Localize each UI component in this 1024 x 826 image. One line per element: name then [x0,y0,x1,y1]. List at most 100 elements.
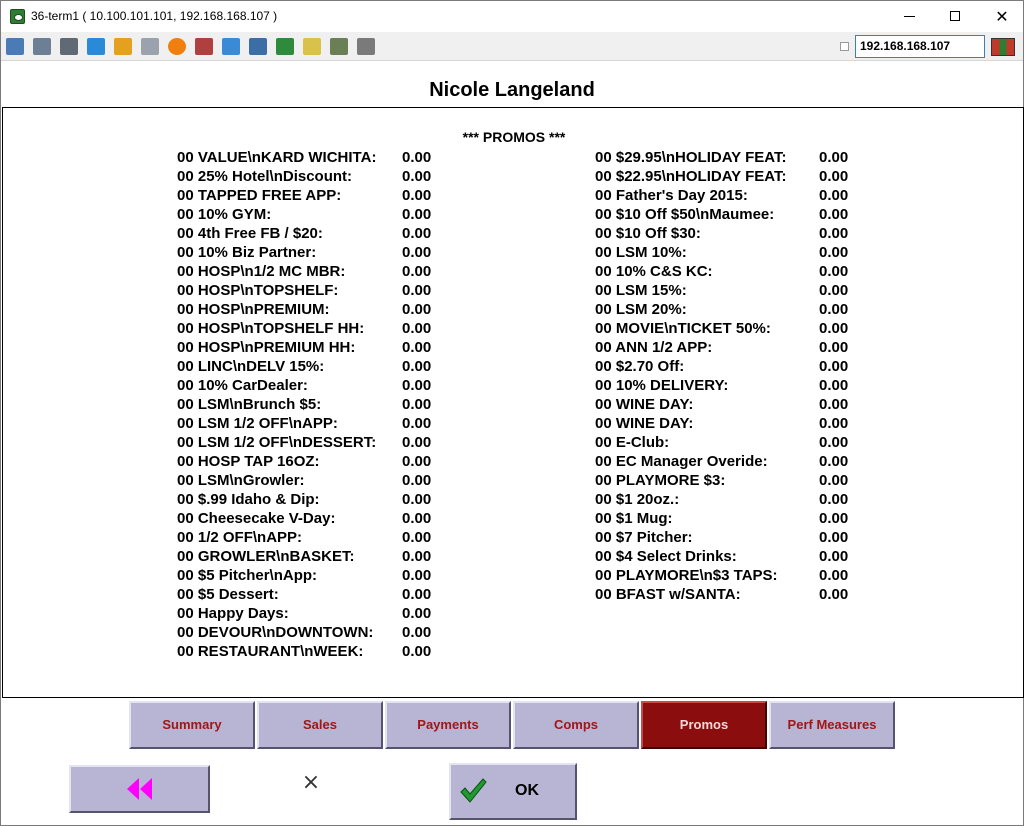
promo-label: 00 $10 Off $30: [595,225,701,242]
title-bar[interactable]: 36-term1 ( 10.100.101.101, 192.168.168.1… [1,1,1023,32]
promo-value: 0.00 [819,396,849,413]
toolbar: 192.168.168.107 [1,32,1023,61]
promo-value: 0.00 [819,301,849,318]
promo-label: 00 HOSP TAP 16OZ: [177,453,320,470]
promo-value: 0.00 [402,225,432,242]
promo-value: 0.00 [819,263,849,280]
promo-label: 00 $5 Pitcher\nApp: [177,567,318,584]
promo-value: 0.00 [402,415,432,432]
promo-value: 0.00 [402,187,432,204]
promo-label: 00 WINE DAY: [595,415,694,432]
note-icon[interactable] [303,38,321,55]
promo-label: 00 LINC\nDELV 15%: [177,358,325,375]
promo-label: 00 $4 Select Drinks: [595,548,737,565]
maximize-icon [950,11,960,21]
minimize-button[interactable] [887,1,933,32]
promo-value: 0.00 [402,263,432,280]
tab-payments[interactable]: Payments [385,701,511,749]
promo-label: 00 10% Biz Partner: [177,244,317,261]
alert-icon[interactable] [168,38,186,55]
map-icon[interactable] [330,38,348,55]
flag-icon[interactable] [991,38,1015,56]
promo-label: 00 Father's Day 2015: [595,187,748,204]
promo-value: 0.00 [402,548,432,565]
close-icon[interactable]: × [300,772,322,794]
back-button[interactable] [69,765,210,813]
promo-value: 0.00 [402,377,432,394]
keyboard-icon[interactable] [141,38,159,55]
promo-label: 00 4th Free FB / $20: [177,225,323,242]
ok-button[interactable]: OK [449,763,577,820]
tab-sales[interactable]: Sales [257,701,383,749]
promo-value: 0.00 [402,396,432,413]
promo-label: 00 $29.95\nHOLIDAY FEAT: [595,149,787,166]
promo-value: 0.00 [819,168,849,185]
close-window-button[interactable]: ✕ [979,1,1024,32]
promo-label: 00 $.99 Idaho & Dip: [177,491,320,508]
promo-value: 0.00 [819,586,849,603]
windows-icon[interactable] [33,38,51,55]
promo-value: 0.00 [402,510,432,527]
promo-label: 00 $5 Dessert: [177,586,279,603]
fullscreen-icon[interactable] [222,38,240,55]
promo-value: 0.00 [402,434,432,451]
report-title: *** PROMOS *** [462,129,566,145]
promo-value: 0.00 [402,149,432,166]
promo-value: 0.00 [819,187,849,204]
promo-value: 0.00 [819,434,849,451]
promo-label: 00 WINE DAY: [595,396,694,413]
promo-label: 00 HOSP\n1/2 MC MBR: [177,263,346,280]
tab-perf-measures[interactable]: Perf Measures [769,701,895,749]
promo-value: 0.00 [819,567,849,584]
promo-label: 00 LSM\nBrunch $5: [177,396,322,413]
promo-value: 0.00 [402,605,432,622]
promo-label: 00 E-Club: [595,434,670,451]
tab-summary[interactable]: Summary [129,701,255,749]
promo-label: 00 DEVOUR\nDOWNTOWN: [177,624,374,641]
tools-icon[interactable] [60,38,78,55]
minimize-icon [904,16,915,17]
promo-label: 00 LSM 1/2 OFF\nAPP: [177,415,338,432]
windows-logo-icon[interactable] [114,38,132,55]
promo-value: 0.00 [819,358,849,375]
promo-label: 00 10% GYM: [177,206,272,223]
promo-label: 00 VALUE\nKARD WICHITA: [177,149,377,166]
promo-value: 0.00 [402,529,432,546]
promo-label: 00 HOSP\nPREMIUM: [177,301,330,318]
tab-comps[interactable]: Comps [513,701,639,749]
promo-value: 0.00 [402,586,432,603]
tab-promos[interactable]: Promos [641,701,767,749]
promo-value: 0.00 [402,168,432,185]
monitor-icon[interactable] [6,38,24,55]
ip-address-field[interactable]: 192.168.168.107 [855,35,985,58]
promo-label: 00 HOSP\nTOPSHELF: [177,282,339,299]
app-eye-icon [10,9,25,24]
display-icon[interactable] [249,38,267,55]
promo-label: 00 $1 Mug: [595,510,673,527]
promo-label: 00 $2.70 Off: [595,358,685,375]
ip-checkbox[interactable] [840,42,849,51]
promo-label: 00 GROWLER\nBASKET: [177,548,355,565]
network-icon[interactable] [195,38,213,55]
promo-value: 0.00 [402,491,432,508]
promo-label: 00 25% Hotel\nDiscount: [177,168,353,185]
promo-value: 0.00 [819,244,849,261]
promo-value: 0.00 [819,225,849,242]
maximize-button[interactable] [933,1,979,32]
promo-label: 00 LSM 20%: [595,301,687,318]
promo-value: 0.00 [819,453,849,470]
promo-label: 00 $7 Pitcher: [595,529,693,546]
promo-value: 0.00 [819,529,849,546]
promo-value: 0.00 [402,453,432,470]
promo-label: 00 MOVIE\nTICKET 50%: [595,320,771,337]
screens-icon[interactable] [357,38,375,55]
promo-label: 00 $1 20oz.: [595,491,680,508]
refresh-icon[interactable] [87,38,105,55]
promo-label: 00 LSM 15%: [595,282,687,299]
promo-label: 00 HOSP\nPREMIUM HH: [177,339,356,356]
promo-value: 0.00 [402,244,432,261]
promo-label: 00 Cheesecake V-Day: [177,510,336,527]
promo-label: 00 1/2 OFF\nAPP: [177,529,303,546]
transfer-icon[interactable] [276,38,294,55]
promo-label: 00 $10 Off $50\nMaumee: [595,206,775,223]
